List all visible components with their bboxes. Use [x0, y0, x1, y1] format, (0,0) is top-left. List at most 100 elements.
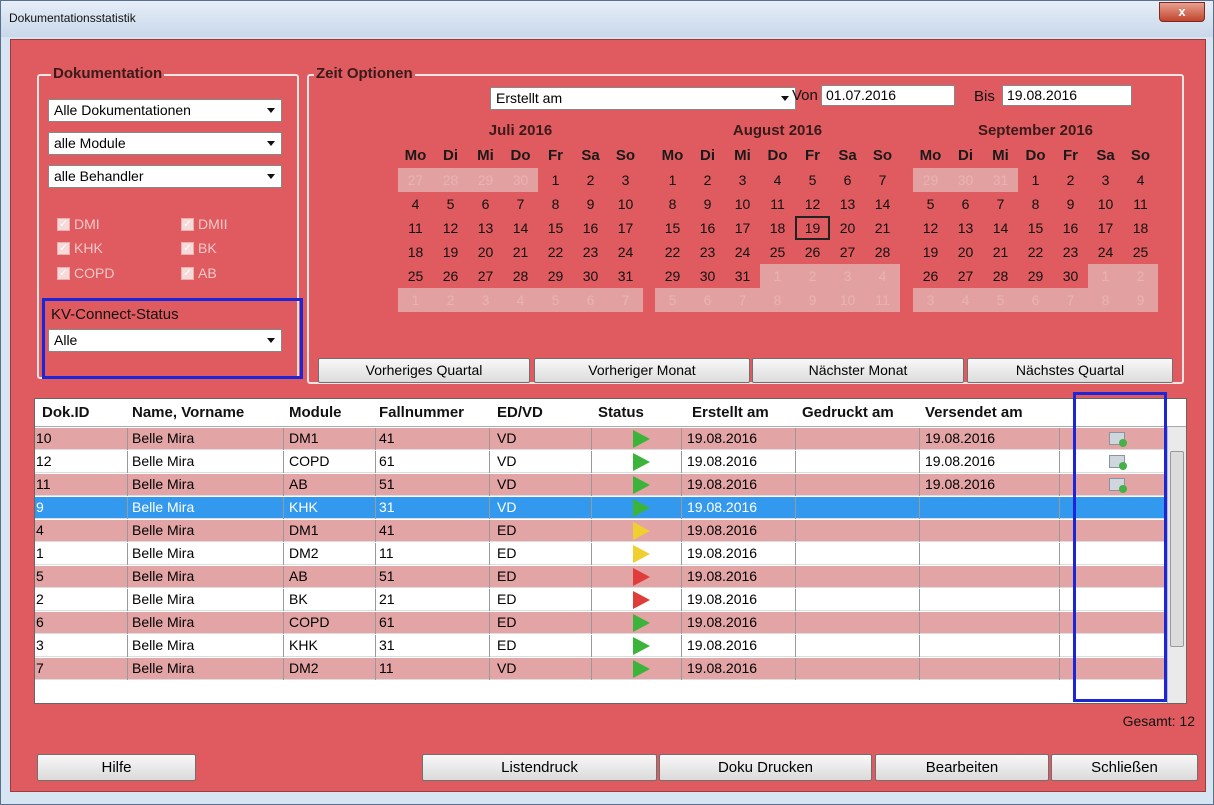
table-row[interactable]: 11 Belle Mira AB 51 VD 19.08.2016 19.08.2016: [35, 474, 1168, 496]
calendar-day[interactable]: 24: [608, 240, 643, 264]
table-row[interactable]: 1 Belle Mira DM2 11 ED 19.08.2016: [35, 543, 1168, 565]
calendar-day[interactable]: 22: [655, 240, 690, 264]
close-button[interactable]: x: [1159, 2, 1205, 22]
checkbox-bk[interactable]: ✓ BK: [181, 240, 217, 256]
kv-status-select[interactable]: Alle: [48, 329, 282, 352]
calendar-day[interactable]: 9: [573, 192, 608, 216]
calendar-day[interactable]: 8: [1088, 288, 1123, 312]
table-row[interactable]: 7 Belle Mira DM2 11 VD 19.08.2016: [35, 658, 1168, 680]
calendar-day[interactable]: 19: [913, 240, 948, 264]
calendar-day[interactable]: 28: [503, 264, 538, 288]
checkbox-dmi[interactable]: ✓ DMI: [57, 216, 100, 232]
hilfe-button[interactable]: Hilfe: [37, 754, 196, 781]
calendar-day[interactable]: 18: [398, 240, 433, 264]
calendar-day[interactable]: 26: [795, 240, 830, 264]
calendar-day[interactable]: 3: [725, 168, 760, 192]
calendar-day[interactable]: 12: [913, 216, 948, 240]
doku-type-select[interactable]: Alle Dokumentationen: [48, 99, 282, 122]
schliessen-button[interactable]: Schließen: [1051, 754, 1198, 781]
calendar-day[interactable]: 17: [1088, 216, 1123, 240]
calendar-day[interactable]: 14: [983, 216, 1018, 240]
checkbox-copd[interactable]: ✓ COPD: [57, 265, 114, 281]
calendar-day[interactable]: 13: [948, 216, 983, 240]
next-month-button[interactable]: Nächster Monat: [752, 358, 964, 383]
calendar-day[interactable]: 15: [655, 216, 690, 240]
calendar-day[interactable]: 4: [398, 192, 433, 216]
calendar-day[interactable]: 7: [725, 288, 760, 312]
calendar-day[interactable]: 30: [1053, 264, 1088, 288]
calendar-day[interactable]: 3: [608, 168, 643, 192]
calendar-day[interactable]: 4: [760, 168, 795, 192]
calendar-day[interactable]: 10: [608, 192, 643, 216]
listendruck-button[interactable]: Listendruck: [422, 754, 657, 781]
calendar-day[interactable]: 1: [398, 288, 433, 312]
calendar-day[interactable]: 10: [1088, 192, 1123, 216]
calendar-day[interactable]: 9: [1053, 192, 1088, 216]
calendar-day[interactable]: 18: [1123, 216, 1158, 240]
calendar-day[interactable]: 21: [865, 216, 900, 240]
calendar-day[interactable]: 15: [1018, 216, 1053, 240]
col-versendet[interactable]: Versendet am: [925, 404, 1023, 421]
bearbeiten-button[interactable]: Bearbeiten: [875, 754, 1049, 781]
calendar-day[interactable]: 8: [538, 192, 573, 216]
calendar-day[interactable]: 26: [913, 264, 948, 288]
calendar-day[interactable]: 7: [608, 288, 643, 312]
calendar-day[interactable]: 4: [865, 264, 900, 288]
table-row[interactable]: 2 Belle Mira BK 21 ED 19.08.2016: [35, 589, 1168, 611]
calendar-day[interactable]: 30: [503, 168, 538, 192]
calendar-day[interactable]: 20: [468, 240, 503, 264]
calendar-day[interactable]: 24: [1088, 240, 1123, 264]
table-row[interactable]: 4 Belle Mira DM1 41 ED 19.08.2016: [35, 520, 1168, 542]
bis-date-field[interactable]: 19.08.2016: [1002, 85, 1132, 106]
von-date-field[interactable]: 01.07.2016: [821, 85, 955, 106]
calendar-day[interactable]: 11: [1123, 192, 1158, 216]
calendar-day[interactable]: 7: [865, 168, 900, 192]
calendar-day[interactable]: 5: [538, 288, 573, 312]
calendar-day[interactable]: 30: [948, 168, 983, 192]
calendar-day[interactable]: 7: [1053, 288, 1088, 312]
calendar-day[interactable]: 4: [1123, 168, 1158, 192]
calendar-day[interactable]: 18: [760, 216, 795, 240]
calendar-day[interactable]: 2: [573, 168, 608, 192]
calendar-day[interactable]: 29: [913, 168, 948, 192]
calendar-day[interactable]: 21: [503, 240, 538, 264]
calendar-day[interactable]: 31: [725, 264, 760, 288]
calendar-day[interactable]: 28: [865, 240, 900, 264]
date-mode-select[interactable]: Erstellt am: [490, 87, 796, 110]
calendar-day[interactable]: 2: [795, 264, 830, 288]
calendar-day[interactable]: 26: [433, 264, 468, 288]
col-name[interactable]: Name, Vorname: [132, 404, 244, 421]
calendar-day[interactable]: 7: [503, 192, 538, 216]
calendar-day[interactable]: 6: [573, 288, 608, 312]
calendar-day[interactable]: 13: [468, 216, 503, 240]
calendar-day[interactable]: 6: [830, 168, 865, 192]
col-status[interactable]: Status: [598, 404, 644, 421]
calendar-day[interactable]: 25: [1123, 240, 1158, 264]
calendar-day[interactable]: 28: [433, 168, 468, 192]
prev-month-button[interactable]: Vorheriger Monat: [534, 358, 750, 383]
col-module[interactable]: Module: [289, 404, 342, 421]
calendar-day[interactable]: 20: [830, 216, 865, 240]
calendar-day[interactable]: 22: [1018, 240, 1053, 264]
calendar-day[interactable]: 9: [1123, 288, 1158, 312]
calendar-day[interactable]: 27: [398, 168, 433, 192]
calendar-day[interactable]: 28: [983, 264, 1018, 288]
calendar-day[interactable]: 29: [538, 264, 573, 288]
calendar-day[interactable]: 14: [503, 216, 538, 240]
calendar-day[interactable]: 3: [1088, 168, 1123, 192]
calendar-day[interactable]: 27: [468, 264, 503, 288]
vertical-scrollbar[interactable]: [1167, 427, 1186, 703]
calendar-day[interactable]: 1: [538, 168, 573, 192]
calendar-day[interactable]: 23: [573, 240, 608, 264]
calendar-day[interactable]: 4: [948, 288, 983, 312]
calendar-day[interactable]: 30: [690, 264, 725, 288]
calendar-day[interactable]: 4: [503, 288, 538, 312]
col-erstellt[interactable]: Erstellt am: [692, 404, 769, 421]
calendar-day[interactable]: 31: [608, 264, 643, 288]
calendar-day[interactable]: 9: [690, 192, 725, 216]
col-edvd[interactable]: ED/VD: [497, 404, 543, 421]
calendar-day[interactable]: 16: [1053, 216, 1088, 240]
calendar-day[interactable]: 20: [948, 240, 983, 264]
calendar-day[interactable]: 3: [468, 288, 503, 312]
table-row[interactable]: 12 Belle Mira COPD 61 VD 19.08.2016 19.08.2016: [35, 451, 1168, 473]
